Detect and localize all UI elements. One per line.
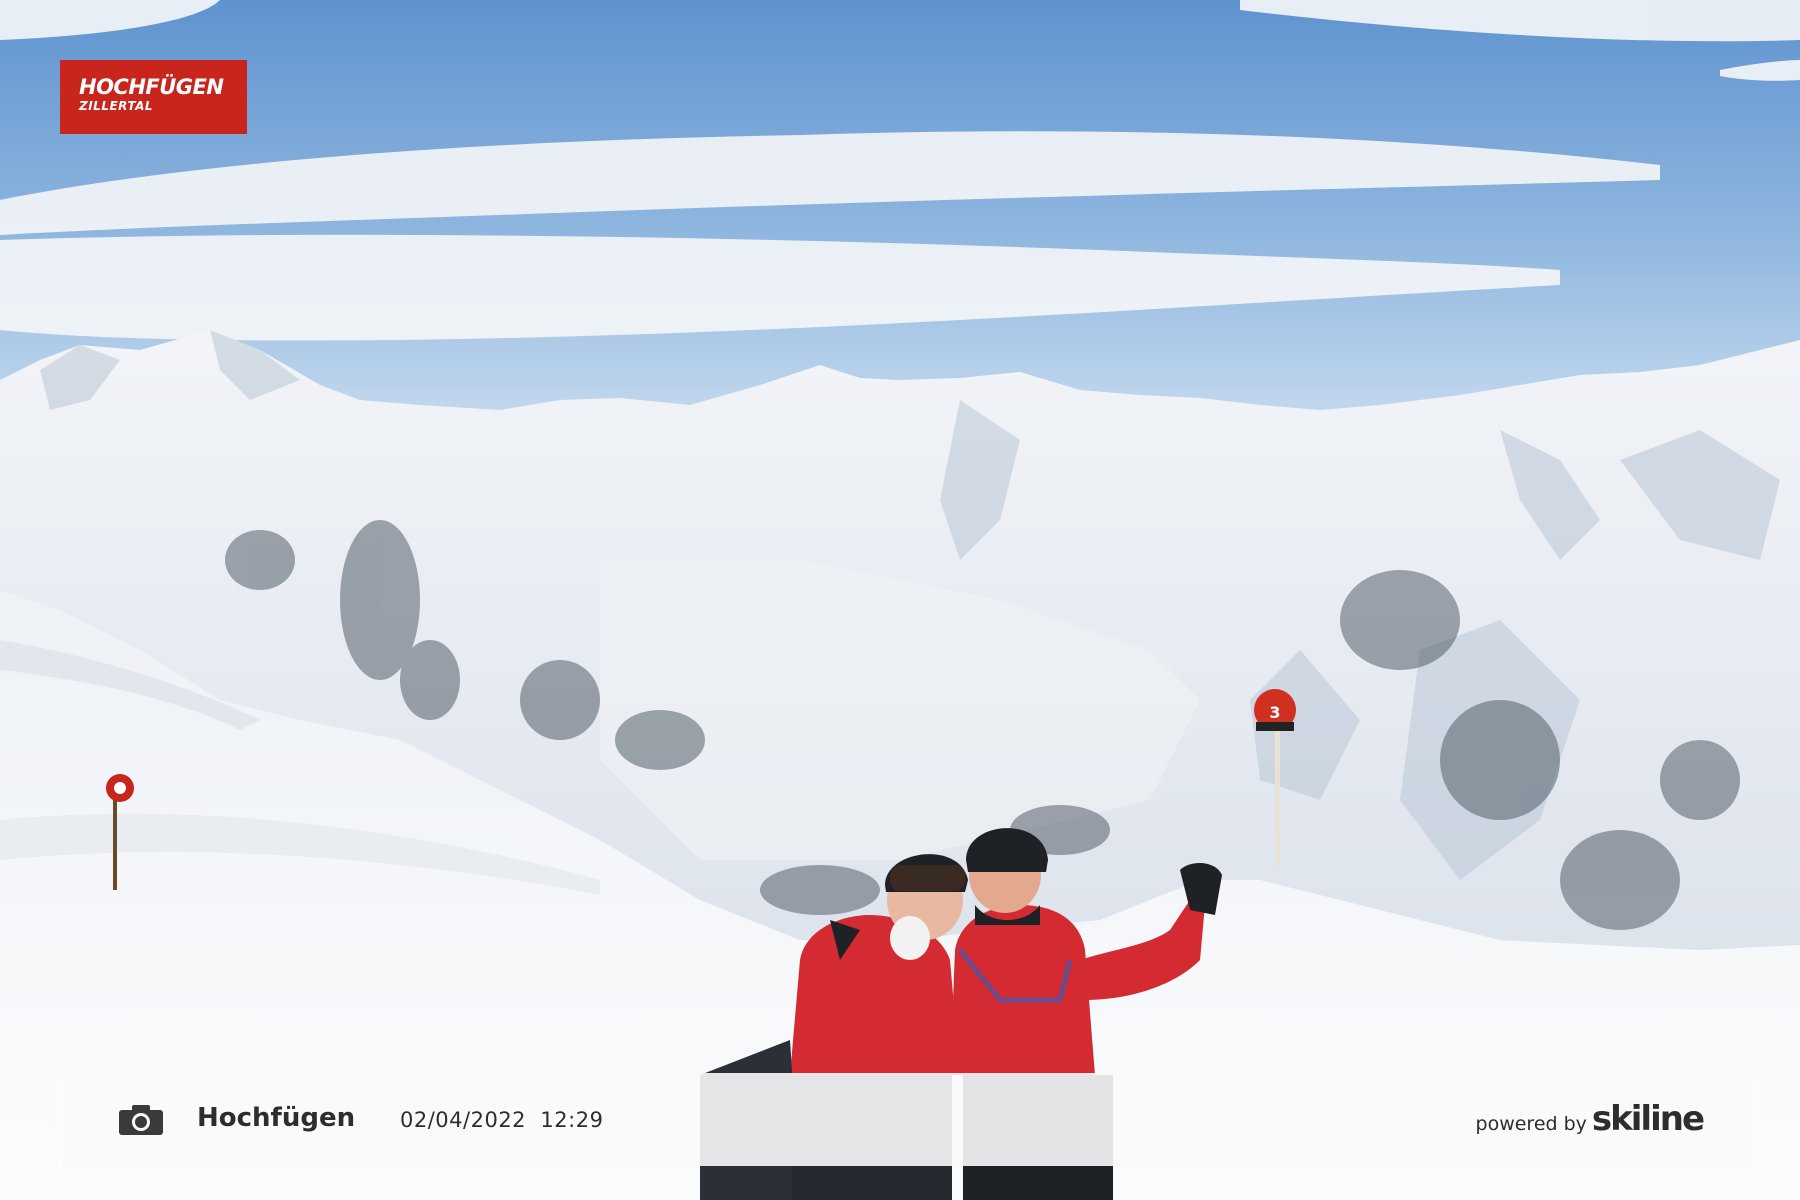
- logo-line1: HOCHFÜGEN: [79, 75, 224, 99]
- powered-by: powered by skiline: [1475, 1099, 1705, 1139]
- photo-time: 12:29: [540, 1108, 604, 1132]
- powered-by-label: powered by: [1475, 1113, 1587, 1135]
- hochfuegen-logo: HOCHFÜGEN ZILLERTAL: [60, 60, 247, 134]
- skiline-brand: skiline: [1591, 1099, 1705, 1139]
- location-name: Hochfügen: [197, 1103, 356, 1133]
- ski-resort-photo: 3: [0, 0, 1800, 1200]
- slope-marker-number: 3: [1269, 703, 1280, 722]
- photo-date: 02/04/2022: [400, 1108, 527, 1132]
- caption-bar: Hochfügen 02/04/2022 12:29 powered by ski…: [52, 1073, 1762, 1166]
- timestamp: 02/04/2022 12:29: [400, 1108, 603, 1132]
- camera-icon: [119, 1105, 163, 1135]
- logo-line2: ZILLERTAL: [79, 99, 154, 113]
